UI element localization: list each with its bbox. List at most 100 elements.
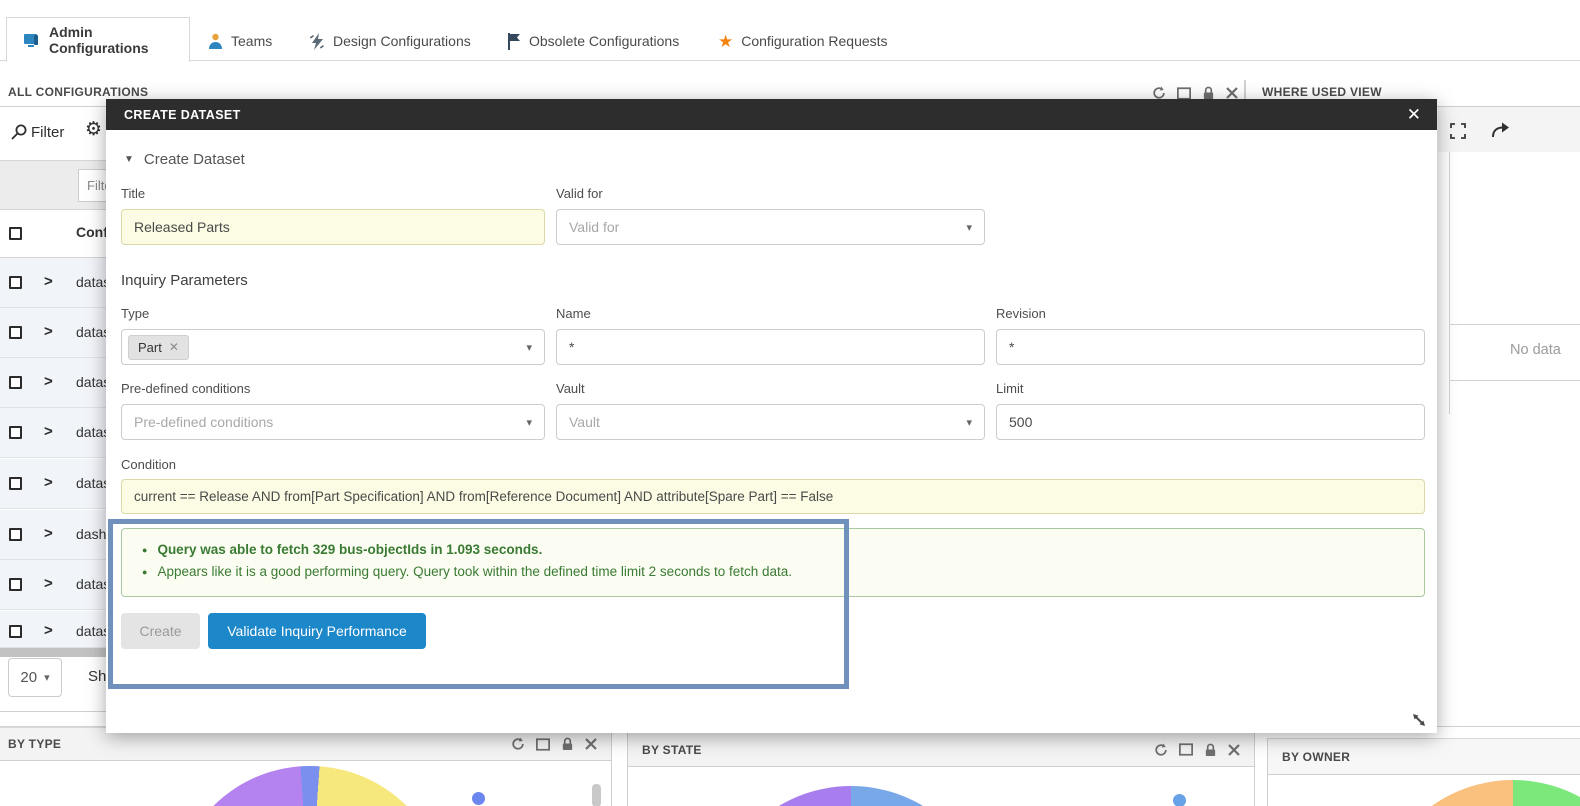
vertical-scrollbar[interactable] [592, 784, 601, 806]
by-state-pie-chart [711, 786, 991, 806]
close-icon[interactable] [585, 738, 597, 750]
inquiry-parameters-label: Inquiry Parameters [121, 272, 248, 289]
lock-icon[interactable] [1202, 86, 1215, 100]
chevron-right-icon[interactable]: > [44, 622, 53, 639]
predefined-conditions-select[interactable]: Pre-defined conditions ▾ [121, 404, 545, 440]
chevron-down-icon: ▾ [526, 341, 532, 354]
tab-admin-configurations[interactable]: Admin Configurations [6, 17, 190, 62]
predefined-conditions-placeholder: Pre-defined conditions [134, 414, 273, 430]
app-root: Admin Configurations Teams Design Config… [0, 0, 1580, 806]
by-type-panel-controls [511, 737, 597, 751]
all-configurations-panel-controls [1152, 86, 1238, 100]
row-checkbox[interactable] [9, 326, 22, 339]
tab-label: Admin Configurations [49, 24, 189, 56]
tab-configuration-requests[interactable]: ★ Configuration Requests [718, 29, 888, 53]
by-owner-pie-chart [1373, 780, 1580, 806]
chevron-down-icon: ▾ [526, 416, 532, 429]
chevron-right-icon[interactable]: > [44, 323, 53, 340]
limit-input[interactable]: 500 [996, 404, 1425, 440]
triangle-down-icon: ▼ [124, 154, 134, 165]
name-input[interactable]: * [556, 329, 985, 365]
by-type-legend-dot [472, 792, 485, 805]
lock-icon[interactable] [1204, 743, 1217, 757]
chevron-right-icon[interactable]: > [44, 575, 53, 592]
by-state-panel-controls [1154, 743, 1240, 757]
no-data-text: No data [1510, 342, 1561, 358]
chevron-right-icon[interactable]: > [44, 373, 53, 390]
tab-teams[interactable]: Teams [208, 29, 272, 53]
tab-label: Configuration Requests [741, 33, 887, 49]
page-size-select[interactable]: 20 ▾ [8, 658, 62, 697]
chevron-right-icon[interactable]: > [44, 525, 53, 542]
by-state-title: BY STATE [636, 743, 702, 757]
modal-header: CREATE DATASET ✕ [106, 99, 1437, 130]
condition-input[interactable]: current == Release AND from[Part Specifi… [121, 479, 1425, 514]
chevron-right-icon[interactable]: > [44, 423, 53, 440]
expand-icon[interactable] [1450, 123, 1466, 139]
title-input[interactable]: Released Parts [121, 209, 545, 245]
revision-label: Revision [996, 306, 1046, 321]
create-dataset-section-toggle[interactable]: ▼ Create Dataset [124, 151, 245, 168]
select-all-checkbox[interactable] [9, 227, 22, 240]
chevron-down-icon: ▾ [966, 416, 972, 429]
by-owner-title: BY OWNER [1276, 750, 1350, 764]
tab-label: Design Configurations [333, 33, 471, 49]
type-chip[interactable]: Part ✕ [128, 335, 189, 360]
chevron-right-icon[interactable]: > [44, 273, 53, 290]
chip-close-icon[interactable]: ✕ [169, 340, 179, 354]
row-checkbox[interactable] [9, 426, 22, 439]
by-type-pie-chart [173, 766, 447, 806]
title-label: Title [121, 186, 145, 201]
tab-obsolete-configurations[interactable]: Obsolete Configurations [507, 29, 679, 53]
star-icon: ★ [718, 33, 733, 50]
highlight-annotation-box [108, 519, 849, 689]
tab-label: Teams [231, 33, 272, 49]
lock-icon[interactable] [561, 737, 574, 751]
revision-input[interactable]: * [996, 329, 1425, 365]
chevron-down-icon: ▾ [44, 671, 50, 684]
page-size-value: 20 [20, 669, 37, 686]
by-state-header: BY STATE [628, 733, 1254, 767]
filter-button-label[interactable]: Filter [31, 124, 64, 141]
where-used-row-border [1449, 380, 1580, 381]
share-icon[interactable] [1491, 121, 1510, 139]
all-configurations-title: ALL CONFIGURATIONS [8, 85, 148, 99]
row-checkbox[interactable] [9, 528, 22, 541]
flag-icon [507, 33, 521, 50]
chevron-right-icon[interactable]: > [44, 474, 53, 491]
by-type-panel: BY TYPE [0, 727, 612, 806]
row-label: dash [76, 526, 106, 542]
limit-label: Limit [996, 381, 1023, 396]
tab-design-configurations[interactable]: Design Configurations [310, 29, 471, 53]
refresh-icon[interactable] [511, 737, 525, 751]
row-checkbox[interactable] [9, 276, 22, 289]
vault-select[interactable]: Vault ▾ [556, 404, 985, 440]
tab-label: Obsolete Configurations [529, 33, 679, 49]
close-icon[interactable] [1226, 87, 1238, 99]
valid-for-label: Valid for [556, 186, 603, 201]
row-checkbox[interactable] [9, 376, 22, 389]
by-state-legend-dot [1173, 794, 1186, 806]
search-icon[interactable] [10, 123, 28, 141]
row-checkbox[interactable] [9, 477, 22, 490]
condition-label: Condition [121, 457, 176, 472]
resize-icon[interactable] [1410, 711, 1428, 729]
row-checkbox[interactable] [9, 578, 22, 591]
window-icon[interactable] [1179, 743, 1193, 756]
close-icon[interactable] [1228, 744, 1240, 756]
gear-icon[interactable]: ⚙ [85, 120, 102, 139]
row-checkbox[interactable] [9, 625, 22, 638]
refresh-icon[interactable] [1152, 86, 1166, 100]
refresh-icon[interactable] [1154, 743, 1168, 757]
window-icon[interactable] [1177, 87, 1191, 100]
where-used-title: WHERE USED VIEW [1262, 85, 1382, 99]
vault-label: Vault [556, 381, 585, 396]
monitor-icon [23, 33, 40, 48]
window-icon[interactable] [536, 738, 550, 751]
valid-for-select[interactable]: Valid for ▾ [556, 209, 985, 245]
type-select[interactable]: Part ✕ ▾ [121, 329, 545, 365]
modal-title: CREATE DATASET [124, 108, 241, 122]
close-icon[interactable]: ✕ [1407, 106, 1421, 123]
valid-for-placeholder: Valid for [569, 219, 619, 235]
by-owner-panel: BY OWNER [1267, 738, 1580, 806]
